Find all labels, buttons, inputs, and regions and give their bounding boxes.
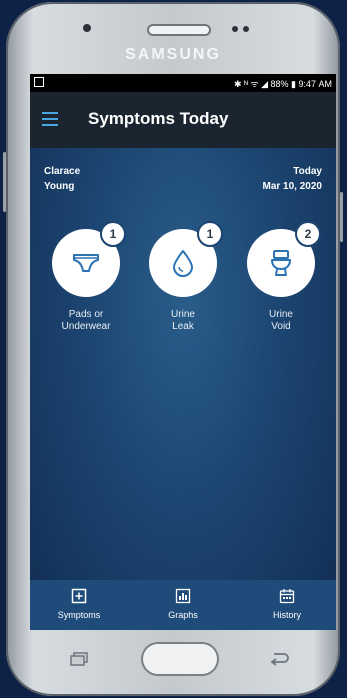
tab-label: Graphs [168, 610, 198, 620]
count-badge: 1 [100, 221, 126, 247]
tile-label-line1: Urine [171, 309, 195, 320]
patient-name: Clarace Young [44, 164, 80, 194]
tile-label-line1: Urine [269, 309, 293, 320]
earpiece [149, 26, 209, 34]
droplet-icon [173, 250, 193, 277]
recent-apps-icon[interactable] [70, 652, 88, 666]
tab-label: Symptoms [57, 610, 101, 620]
status-text: ✱ ᴺ ᯤ ◢ 88% ▮ 9:47 AM [233, 79, 332, 89]
tile-urine-leak[interactable]: 1 Urine Leak [143, 221, 223, 333]
count-badge: 2 [295, 221, 321, 247]
back-icon[interactable] [268, 650, 290, 668]
front-camera [83, 24, 91, 32]
menu-icon[interactable] [42, 112, 58, 126]
notification-icon [34, 77, 44, 87]
power-button[interactable] [340, 192, 343, 242]
calendar-icon [279, 588, 295, 604]
tile-circle[interactable]: 2 [247, 221, 321, 297]
brand-logo: SAMSUNG [125, 46, 221, 63]
tile-label: Urine Void [241, 309, 321, 333]
patient-first-name: Clarace [44, 166, 81, 177]
date-info: Today Mar 10, 2020 [263, 164, 323, 194]
volume-button[interactable] [3, 152, 6, 212]
tile-circle[interactable]: 1 [52, 221, 126, 297]
page-title: Symptoms Today [88, 109, 229, 128]
tile-urine-void[interactable]: 2 Urine Void [241, 221, 321, 333]
tile-circle[interactable]: 1 [149, 221, 223, 297]
underwear-icon [73, 254, 99, 272]
chart-icon [175, 588, 191, 604]
count-badge: 1 [197, 221, 223, 247]
app-bar: Symptoms Today [30, 92, 336, 148]
phone-frame: SAMSUNG ✱ ᴺ ᯤ ◢ 88% ▮ 9:47 AM Symptoms T… [3, 2, 343, 696]
tile-label-line2: Underwear [61, 321, 111, 332]
tab-history[interactable]: History [242, 580, 332, 630]
toilet-icon [271, 250, 291, 276]
patient-last-name: Young [44, 181, 75, 192]
date-label: Today [293, 166, 322, 177]
screen: ✱ ᴺ ᯤ ◢ 88% ▮ 9:47 AM Symptoms Today Cla… [30, 74, 336, 630]
tile-label: Pads or Underwear [46, 309, 126, 333]
tab-label: History [272, 610, 301, 620]
tab-symptoms[interactable]: Symptoms [34, 580, 124, 630]
sensor-dot [232, 26, 238, 32]
tile-label-line2: Leak [172, 321, 194, 332]
sensor-dot [243, 26, 249, 32]
status-bar: ✱ ᴺ ᯤ ◢ 88% ▮ 9:47 AM [30, 74, 336, 92]
tab-graphs[interactable]: Graphs [138, 580, 228, 630]
tile-pads-underwear[interactable]: 1 Pads or Underwear [46, 221, 126, 333]
bottom-tab-bar: Symptoms Graphs History [30, 580, 336, 630]
tile-label-line1: Pads or [68, 309, 104, 320]
tile-label-line2: Void [271, 321, 291, 332]
home-button[interactable] [143, 644, 217, 674]
plus-square-icon [71, 588, 87, 604]
date-value: Mar 10, 2020 [262, 181, 323, 192]
tile-label: Urine Leak [143, 309, 223, 333]
